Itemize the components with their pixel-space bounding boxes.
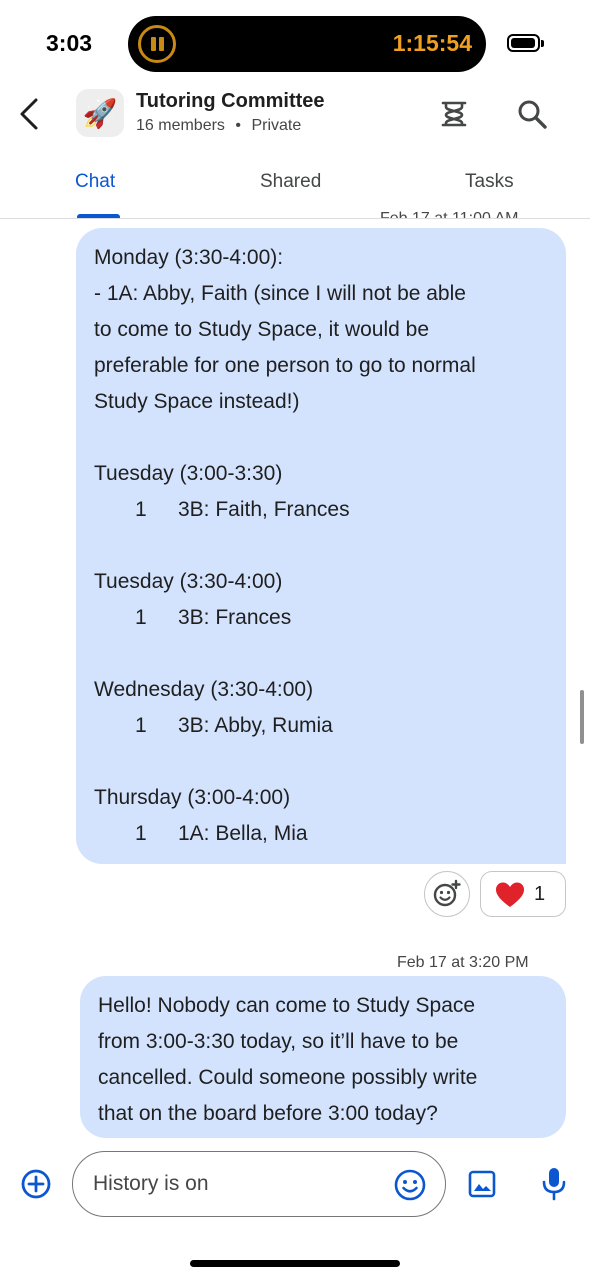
- day-entry: 1A: Bella, Mia: [178, 822, 308, 845]
- message-line: Study Space instead!): [94, 390, 300, 413]
- tab-tasks[interactable]: Tasks: [465, 171, 514, 193]
- timer-readout: 1:15:54: [392, 30, 472, 56]
- privacy-label: Private: [251, 117, 302, 134]
- add-reaction-button[interactable]: [424, 871, 470, 917]
- search-icon: [518, 100, 547, 129]
- day-heading: Wednesday (3:30-4:00): [94, 678, 314, 701]
- message-line: preferable for one person to go to norma…: [94, 354, 476, 377]
- timer-pause-icon: [138, 25, 176, 63]
- cancellation-message-bubble[interactable]: Hello! Nobody can come to Study Space fr…: [80, 976, 566, 1138]
- scrollbar-thumb[interactable]: [580, 690, 584, 744]
- space-subtitle: 16 members • Private: [136, 117, 301, 135]
- dynamic-island: 1:15:54: [128, 16, 486, 72]
- member-count: 16 members: [136, 117, 225, 134]
- list-number: 1: [135, 498, 147, 521]
- image-icon: [468, 1170, 496, 1198]
- back-button[interactable]: [10, 92, 50, 136]
- space-avatar[interactable]: 🚀: [76, 89, 124, 137]
- message-input-placeholder: History is on: [93, 1172, 209, 1195]
- day-heading: Thursday (3:00-4:00): [94, 786, 291, 809]
- add-emoji-icon: [433, 879, 461, 907]
- message-line: cancelled. Could someone possibly write: [98, 1066, 478, 1089]
- message-line: Hello! Nobody can come to Study Space: [98, 994, 476, 1017]
- heart-reaction-chip[interactable]: 1: [480, 871, 566, 917]
- threads-icon: [441, 101, 467, 127]
- list-number: 1: [135, 714, 147, 737]
- message-line: - 1A: Abby, Faith (since I will not be a…: [94, 282, 466, 305]
- threads-button[interactable]: [434, 94, 474, 134]
- emoji-icon[interactable]: [393, 1168, 427, 1202]
- list-number: 1: [135, 606, 147, 629]
- image-button[interactable]: [466, 1168, 498, 1200]
- message-line: to come to Study Space, it would be: [94, 318, 430, 341]
- day-entry: 3B: Faith, Frances: [178, 498, 350, 521]
- heart-icon: [496, 882, 524, 907]
- microphone-button[interactable]: [540, 1166, 568, 1202]
- search-button[interactable]: [512, 94, 552, 134]
- battery-icon: [507, 34, 544, 52]
- message-input[interactable]: History is on: [72, 1151, 446, 1217]
- plus-circle-icon: [21, 1169, 51, 1199]
- chevron-left-icon: [20, 98, 38, 130]
- day-entry: 3B: Frances: [178, 606, 292, 629]
- tab-divider: [0, 218, 590, 219]
- message-line: that on the board before 3:00 today?: [98, 1102, 438, 1125]
- space-title[interactable]: Tutoring Committee: [136, 90, 325, 113]
- reaction-count: 1: [534, 883, 546, 905]
- day-heading: Tuesday (3:30-4:00): [94, 570, 283, 593]
- subtitle-separator: •: [235, 117, 241, 134]
- clipped-timestamp: Feb 17 at 11:00 AM: [380, 204, 550, 218]
- status-time: 3:03: [46, 30, 93, 56]
- message-line: from 3:00-3:30 today, so it’ll have to b…: [98, 1030, 459, 1053]
- tab-shared[interactable]: Shared: [260, 171, 321, 193]
- home-indicator[interactable]: [190, 1260, 400, 1267]
- schedule-message-bubble[interactable]: Monday (3:30-4:00): - 1A: Abby, Faith (s…: [76, 228, 566, 864]
- list-number: 1: [135, 822, 147, 845]
- microphone-icon: [542, 1168, 566, 1201]
- add-attachment-button[interactable]: [20, 1168, 52, 1200]
- day-heading: Tuesday (3:00-3:30): [94, 462, 283, 485]
- tab-chat[interactable]: Chat: [75, 171, 115, 193]
- message-timestamp: Feb 17 at 3:20 PM: [397, 954, 529, 971]
- day-entry: 3B: Abby, Rumia: [178, 714, 333, 737]
- message-line: Monday (3:30-4:00):: [94, 246, 284, 269]
